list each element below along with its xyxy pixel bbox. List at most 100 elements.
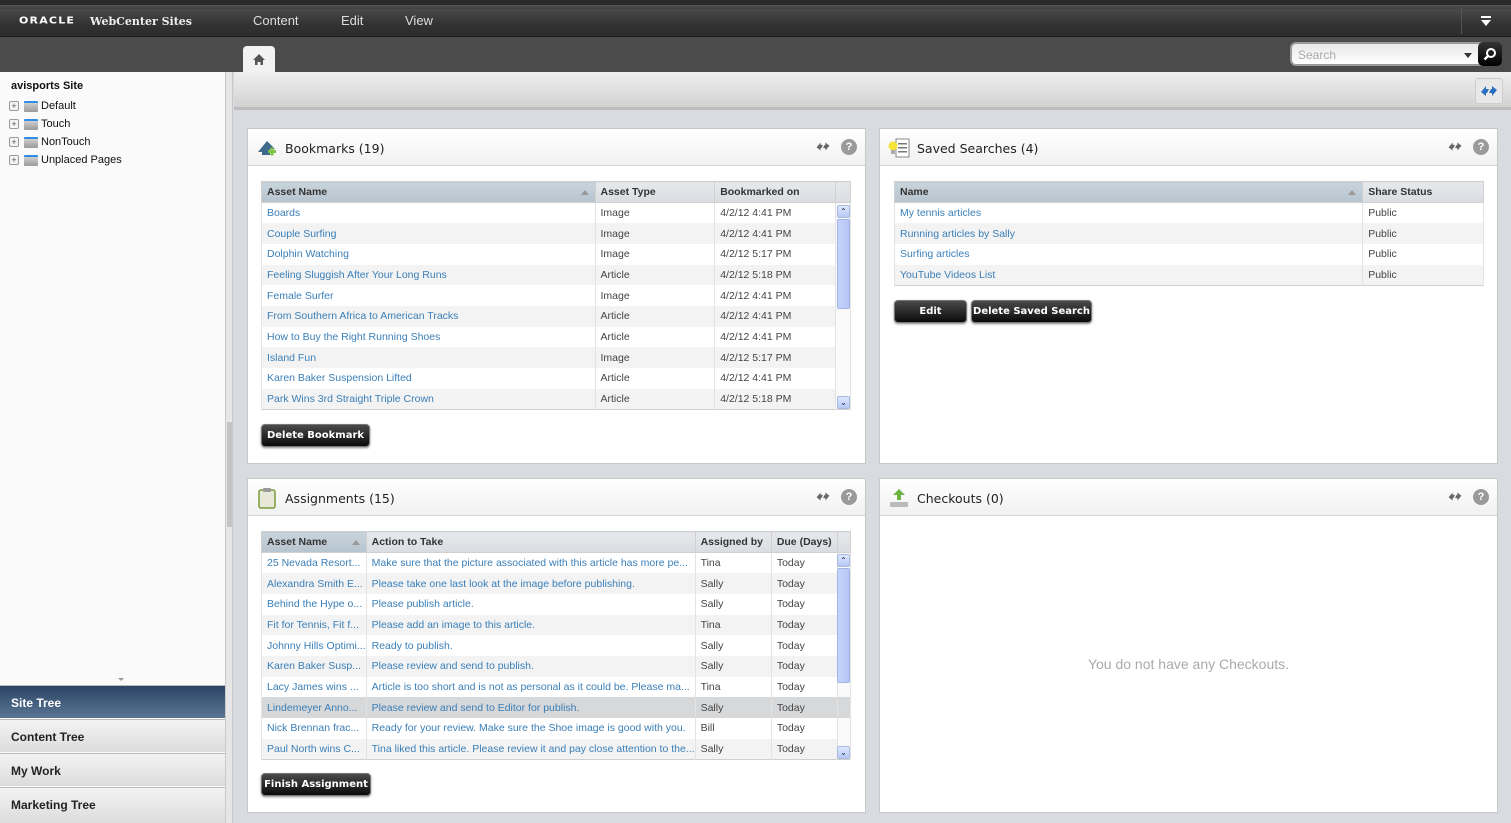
refresh-all-button[interactable] xyxy=(1475,78,1503,104)
tree-item-default[interactable]: + Default xyxy=(9,98,76,114)
home-tab[interactable] xyxy=(243,46,275,73)
column-header-share-status[interactable]: Share Status xyxy=(1362,181,1484,203)
expand-icon[interactable]: + xyxy=(9,119,19,129)
table-cell[interactable]: My tennis articles xyxy=(893,202,1364,224)
table-cell[interactable]: Lacy James wins ... xyxy=(261,676,367,698)
column-header-asset-type[interactable]: Asset Type xyxy=(594,181,716,203)
table-row[interactable]: Nick Brennan frac... Ready for your revie… xyxy=(261,718,851,739)
accordion-my-work[interactable]: My Work xyxy=(0,753,225,786)
collapse-handle-icon[interactable] xyxy=(118,678,124,681)
table-cell[interactable]: How to Buy the Right Running Shoes xyxy=(261,326,596,348)
table-row[interactable]: Karen Baker Suspension Lifted Article 4/2/… xyxy=(261,368,851,389)
user-menu-dropdown-icon[interactable] xyxy=(1478,14,1494,28)
assignments-scrollbar[interactable]: ⌃ ⌄ xyxy=(837,554,850,760)
table-cell[interactable]: Park Wins 3rd Straight Triple Crown xyxy=(261,388,596,410)
column-header-action-to-take[interactable]: Action to Take xyxy=(365,531,696,553)
table-cell[interactable]: Please publish article. xyxy=(365,593,696,615)
table-row[interactable]: Surfing articles Public xyxy=(893,243,1484,265)
table-row[interactable]: Female Surfer Image 4/2/12 4:41 PM xyxy=(261,285,851,306)
table-cell[interactable]: Island Fun xyxy=(261,347,596,368)
table-cell[interactable]: Lindemeyer Anno... xyxy=(261,697,367,718)
menu-view[interactable]: View xyxy=(405,13,433,28)
scroll-up-icon[interactable]: ⌃ xyxy=(837,205,850,218)
table-row[interactable]: Dolphin Watching Image 4/2/12 5:17 PM xyxy=(261,243,851,265)
table-cell[interactable]: YouTube Videos List xyxy=(893,264,1364,286)
table-cell[interactable]: Female Surfer xyxy=(261,285,596,306)
table-row[interactable]: Fit for Tennis, Fit f... Please add an im… xyxy=(261,614,851,636)
search-button[interactable] xyxy=(1478,42,1502,66)
table-cell[interactable]: Dolphin Watching xyxy=(261,243,596,265)
panel-refresh-button[interactable] xyxy=(815,140,831,156)
accordion-site-tree[interactable]: Site Tree xyxy=(0,685,225,718)
column-header-due-days[interactable]: Due (Days) xyxy=(770,531,839,553)
table-cell[interactable]: Article is too short and is not as perso… xyxy=(365,676,696,698)
scroll-down-icon[interactable]: ⌄ xyxy=(837,746,850,759)
table-row[interactable]: Behind the Hype o... Please publish artic… xyxy=(261,593,851,615)
expand-icon[interactable]: + xyxy=(9,101,19,111)
bookmarks-scrollbar[interactable]: ⌃ ⌄ xyxy=(837,205,850,410)
table-cell[interactable]: Johnny Hills Optimi... xyxy=(261,635,367,656)
column-header-asset-name[interactable]: Asset Name xyxy=(261,531,367,553)
table-row[interactable]: Couple Surfing Image 4/2/12 4:41 PM xyxy=(261,223,851,244)
table-row[interactable]: Alexandra Smith E... Please take one last… xyxy=(261,573,851,594)
search-input[interactable] xyxy=(1298,46,1458,63)
table-cell[interactable]: Ready to publish. xyxy=(365,635,696,656)
question-mark-icon[interactable]: ? xyxy=(1473,139,1489,155)
table-row[interactable]: Feeling Sluggish After Your Long Runs Art… xyxy=(261,264,851,286)
scroll-thumb[interactable] xyxy=(837,568,850,683)
column-header-name[interactable]: Name xyxy=(893,181,1364,203)
column-header-asset-name[interactable]: Asset Name xyxy=(261,181,596,203)
table-row[interactable]: From Southern Africa to American Tracks A… xyxy=(261,305,851,327)
table-row[interactable]: Boards Image 4/2/12 4:41 PM xyxy=(261,202,851,224)
table-row[interactable]: Island Fun Image 4/2/12 5:17 PM xyxy=(261,347,851,368)
table-cell[interactable]: Behind the Hype o... xyxy=(261,593,367,615)
table-row[interactable]: Karen Baker Susp... Please review and sen… xyxy=(261,655,851,677)
table-row[interactable]: Lindemeyer Anno... Please review and send… xyxy=(261,697,851,718)
table-cell[interactable]: Feeling Sluggish After Your Long Runs xyxy=(261,264,596,286)
table-cell[interactable]: Nick Brennan frac... xyxy=(261,718,367,739)
tree-item-touch[interactable]: + Touch xyxy=(9,116,70,132)
table-row[interactable]: How to Buy the Right Running Shoes Articl… xyxy=(261,326,851,348)
edit-saved-search-button[interactable]: Edit xyxy=(894,300,967,323)
table-cell[interactable]: Paul North wins C... xyxy=(261,738,367,760)
table-row[interactable]: Paul North wins C... Tina liked this arti… xyxy=(261,738,851,760)
table-cell[interactable]: Running articles by Sally xyxy=(893,223,1364,244)
table-cell[interactable]: Please add an image to this article. xyxy=(365,614,696,636)
tree-item-nontouch[interactable]: + NonTouch xyxy=(9,134,91,150)
column-header-bookmarked-on[interactable]: Bookmarked on xyxy=(714,181,837,203)
menu-edit[interactable]: Edit xyxy=(341,13,363,28)
scroll-up-icon[interactable]: ⌃ xyxy=(837,554,850,567)
table-row[interactable]: Park Wins 3rd Straight Triple Crown Artic… xyxy=(261,388,851,410)
table-cell[interactable]: Fit for Tennis, Fit f... xyxy=(261,614,367,636)
accordion-content-tree[interactable]: Content Tree xyxy=(0,719,225,752)
table-cell[interactable]: From Southern Africa to American Tracks xyxy=(261,305,596,327)
scroll-down-icon[interactable]: ⌄ xyxy=(837,396,850,409)
sidebar-splitter[interactable] xyxy=(226,72,233,823)
table-cell[interactable]: Karen Baker Susp... xyxy=(261,655,367,677)
table-cell[interactable]: Make sure that the picture associated wi… xyxy=(365,552,696,574)
question-mark-icon[interactable]: ? xyxy=(1473,489,1489,505)
table-cell[interactable]: Karen Baker Suspension Lifted xyxy=(261,368,596,389)
tree-item-unplaced-pages[interactable]: + Unplaced Pages xyxy=(9,152,122,168)
table-row[interactable]: Lacy James wins ... Article is too short … xyxy=(261,676,851,698)
scroll-thumb[interactable] xyxy=(837,219,850,309)
expand-icon[interactable]: + xyxy=(9,155,19,165)
panel-refresh-button[interactable] xyxy=(1447,140,1463,156)
question-mark-icon[interactable]: ? xyxy=(841,489,857,505)
table-cell[interactable]: 25 Nevada Resort... xyxy=(261,552,367,574)
table-row[interactable]: My tennis articles Public xyxy=(893,202,1484,224)
table-cell[interactable]: Ready for your review. Make sure the Sho… xyxy=(365,718,696,739)
search-type-dropdown-icon[interactable] xyxy=(1464,53,1472,58)
table-cell[interactable]: Please review and send to Editor for pub… xyxy=(365,697,696,718)
expand-icon[interactable]: + xyxy=(9,137,19,147)
table-row[interactable]: Running articles by Sally Public xyxy=(893,223,1484,244)
panel-refresh-button[interactable] xyxy=(1447,490,1463,506)
table-cell[interactable]: Please review and send to publish. xyxy=(365,655,696,677)
table-cell[interactable]: Couple Surfing xyxy=(261,223,596,244)
question-mark-icon[interactable]: ? xyxy=(841,139,857,155)
table-row[interactable]: 25 Nevada Resort... Make sure that the pi… xyxy=(261,552,851,574)
delete-bookmark-button[interactable]: Delete Bookmark xyxy=(261,424,370,447)
splitter-grip[interactable] xyxy=(227,422,232,527)
table-cell[interactable]: Boards xyxy=(261,202,596,224)
table-row[interactable]: Johnny Hills Optimi... Ready to publish. S… xyxy=(261,635,851,656)
